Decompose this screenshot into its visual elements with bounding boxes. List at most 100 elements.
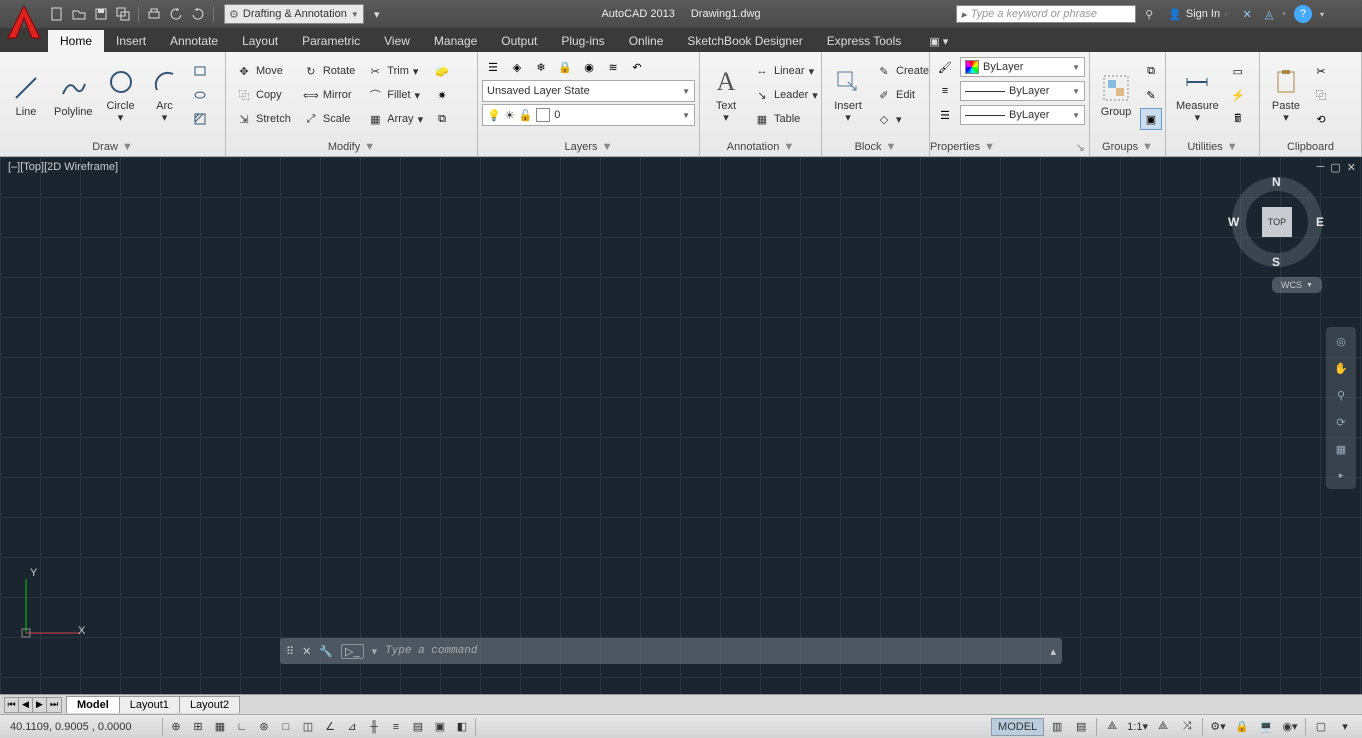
scale-button[interactable]: ⤢Scale — [299, 108, 359, 130]
wcs-badge[interactable]: WCS▼ — [1272, 277, 1322, 293]
layer-prop-icon[interactable]: ☰ — [482, 56, 504, 78]
orbit-icon[interactable]: ⟳ — [1336, 416, 1345, 429]
search-menu-icon[interactable]: ⚲ — [1140, 5, 1158, 23]
lwt-icon[interactable]: ≡ — [385, 717, 407, 737]
explode-icon[interactable]: ✷ — [431, 84, 453, 106]
paste-button[interactable]: Paste▾ — [1264, 64, 1308, 126]
grid-icon[interactable]: ▦ — [209, 717, 231, 737]
qat-dropdown[interactable]: ▾ — [368, 5, 386, 23]
snap-icon[interactable]: ⊞ — [187, 717, 209, 737]
linetype-dropdown[interactable]: ByLayer▼ — [960, 105, 1085, 125]
ws-switch-icon[interactable]: ⚙▾ — [1207, 717, 1229, 737]
group-bbox-icon[interactable]: ▣ — [1140, 108, 1162, 130]
tab-express[interactable]: Express Tools — [815, 30, 913, 52]
edit-button[interactable]: ✐Edit — [872, 84, 933, 106]
layer-off-icon[interactable]: ◉ — [578, 56, 600, 78]
viewcube-s[interactable]: S — [1272, 255, 1280, 269]
status-tray-icon[interactable]: ▾ — [1334, 717, 1356, 737]
tab-view[interactable]: View — [372, 30, 422, 52]
qp-icon[interactable]: ▣ — [429, 717, 451, 737]
current-layer-dropdown[interactable]: 💡☀🔓0 ▼ — [482, 104, 695, 126]
layer-state-dropdown[interactable]: Unsaved Layer State▼ — [482, 80, 695, 102]
panel-title[interactable]: Groups▼ — [1090, 138, 1165, 156]
toolbar-lock-icon[interactable]: 🔒 — [1231, 717, 1253, 737]
autoscale-icon[interactable]: ⤨ — [1176, 717, 1198, 737]
panel-title[interactable]: Utilities▼ — [1166, 138, 1259, 156]
dyn-icon[interactable]: ╫ — [363, 717, 385, 737]
sign-in-button[interactable]: 👤 Sign In ▾ — [1162, 8, 1234, 21]
trim-button[interactable]: ✂Trim ▾ — [363, 60, 427, 82]
panel-title[interactable]: Modify▼ — [226, 138, 477, 156]
autodesk-icon[interactable]: ◬ — [1260, 5, 1278, 23]
layer-match-icon[interactable]: ≋ — [602, 56, 624, 78]
leader-button[interactable]: ↘Leader ▾ — [750, 84, 822, 106]
tab-prev-icon[interactable]: ◀ — [19, 698, 33, 712]
group-edit-icon[interactable]: ✎ — [1140, 84, 1162, 106]
color-dropdown[interactable]: ByLayer▼ — [960, 57, 1085, 77]
cmd-close-icon[interactable]: ✕ — [302, 645, 311, 658]
zoom-icon[interactable]: ⚲ — [1337, 389, 1345, 402]
viewcube-n[interactable]: N — [1272, 175, 1281, 189]
tab-parametric[interactable]: Parametric — [290, 30, 372, 52]
fillet-button[interactable]: ⌒Fillet ▾ — [363, 84, 427, 106]
calc-icon[interactable]: 🖩 — [1227, 108, 1249, 130]
table-button[interactable]: ▦Table — [750, 108, 822, 130]
command-input[interactable]: Type a command — [385, 645, 1042, 657]
circle-button[interactable]: Circle▾ — [99, 64, 143, 126]
rotate-button[interactable]: ↻Rotate — [299, 60, 359, 82]
polyline-button[interactable]: Polyline — [48, 70, 99, 120]
quickview-drawings-icon[interactable]: ▤ — [1070, 717, 1092, 737]
help-icon[interactable]: ? — [1294, 5, 1312, 23]
viewport-label[interactable]: [–][Top][2D Wireframe] — [8, 161, 118, 173]
tab-layout[interactable]: Layout — [230, 30, 290, 52]
print-icon[interactable] — [145, 5, 163, 23]
vp-maximize-icon[interactable]: ▢ — [1330, 161, 1340, 174]
isolate-icon[interactable]: ◉▾ — [1279, 717, 1301, 737]
undo-icon[interactable] — [167, 5, 185, 23]
viewcube-w[interactable]: W — [1228, 215, 1239, 229]
array-button[interactable]: ▦Array ▾ — [363, 108, 427, 130]
tab-sketchbook[interactable]: SketchBook Designer — [675, 30, 814, 52]
otrack-icon[interactable]: ∠ — [319, 717, 341, 737]
cmd-prompt-icon[interactable]: ▷_ — [341, 644, 364, 659]
hatch-icon[interactable] — [189, 108, 211, 130]
dialog-launcher-icon[interactable]: ↘ — [1076, 141, 1089, 154]
layout2-tab[interactable]: Layout2 — [179, 696, 240, 713]
model-tab[interactable]: Model — [66, 696, 120, 713]
hardware-accel-icon[interactable]: 💻 — [1255, 717, 1277, 737]
drawing-area[interactable]: [–][Top][2D Wireframe] ─ ▢ ✕ X Y TOP N S… — [0, 157, 1362, 694]
exchange-icon[interactable]: ✕ — [1238, 5, 1256, 23]
lweight-icon[interactable]: ≡ — [934, 80, 956, 102]
stretch-button[interactable]: ⇲Stretch — [232, 108, 295, 130]
layer-iso-icon[interactable]: ◈ — [506, 56, 528, 78]
annoscale-icon[interactable]: ⟁ — [1101, 717, 1123, 737]
clean-screen-icon[interactable]: ▢ — [1310, 717, 1332, 737]
move-button[interactable]: ✥Move — [232, 60, 295, 82]
showmotion-icon[interactable]: ▦ — [1336, 443, 1346, 456]
tab-plugins[interactable]: Plug-ins — [549, 30, 616, 52]
tab-annotate[interactable]: Annotate — [158, 30, 230, 52]
panel-title[interactable]: Block▼ — [822, 138, 929, 156]
layer-lock-icon[interactable]: 🔒 — [554, 56, 576, 78]
line-button[interactable]: Line — [4, 70, 48, 120]
copy-clip-icon[interactable]: ⿻ — [1310, 84, 1332, 106]
polar-icon[interactable]: ⊛ — [253, 717, 275, 737]
panel-title[interactable]: Annotation▼ — [700, 138, 821, 156]
save-icon[interactable] — [92, 5, 110, 23]
quickview-layouts-icon[interactable]: ▥ — [1046, 717, 1068, 737]
scale-value[interactable]: 1:1▾ — [1125, 720, 1150, 733]
workspace-dropdown[interactable]: ⚙ Drafting & Annotation ▼ — [224, 4, 364, 24]
match-prop-icon[interactable]: 🖌 — [934, 56, 956, 78]
tpy-icon[interactable]: ▤ — [407, 717, 429, 737]
copy-button[interactable]: ⿻Copy — [232, 84, 295, 106]
3dosnap-icon[interactable]: ◫ — [297, 717, 319, 737]
vp-close-icon[interactable]: ✕ — [1347, 161, 1356, 174]
create-button[interactable]: ✎Create — [872, 60, 933, 82]
tab-manage[interactable]: Manage — [422, 30, 489, 52]
sc-icon[interactable]: ◧ — [451, 717, 473, 737]
cmd-expand-icon[interactable]: ▴ — [1050, 645, 1056, 658]
lineweight-dropdown[interactable]: ByLayer▼ — [960, 81, 1085, 101]
chevron-down-icon[interactable]: ▾ — [1320, 10, 1324, 19]
viewcube[interactable]: TOP N S E W — [1232, 177, 1322, 267]
attributes-button[interactable]: ◇▾ — [872, 108, 933, 130]
